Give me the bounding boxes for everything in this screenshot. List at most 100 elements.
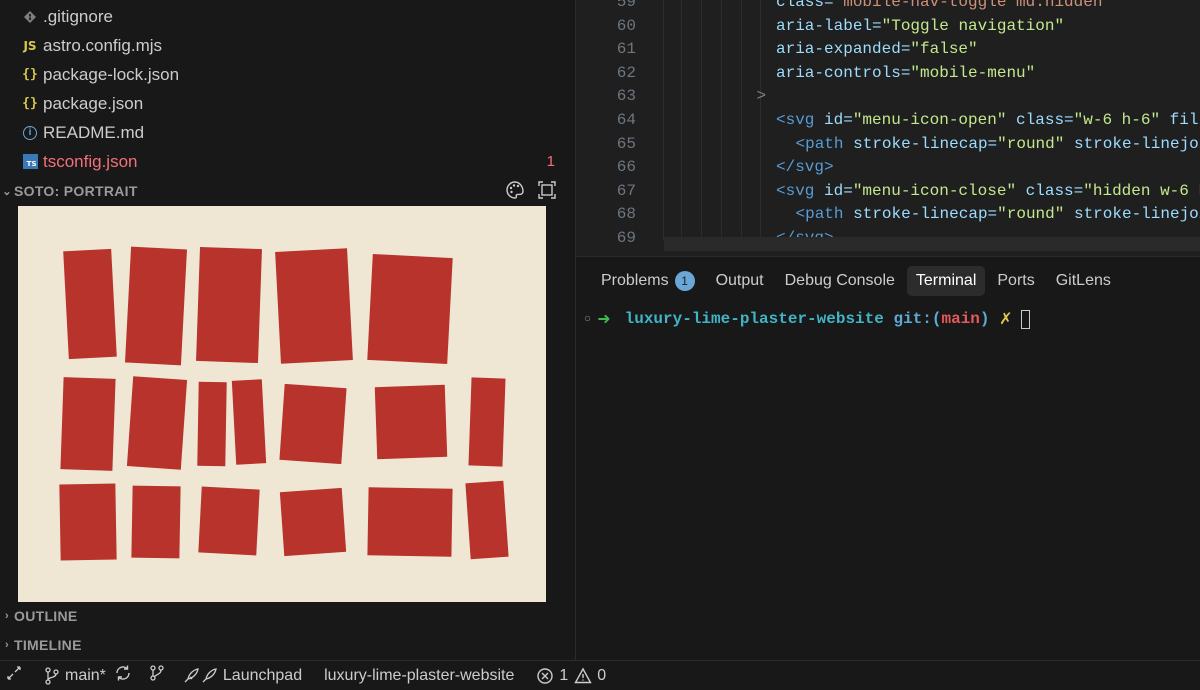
palette-icon[interactable] [505, 180, 525, 203]
problems-indicator[interactable]: 1 0 [536, 661, 606, 690]
code-token: <path [796, 135, 844, 153]
file-item[interactable]: {}package-lock.json [0, 60, 575, 89]
code-token: class= [1006, 111, 1073, 129]
code-token: aria-expanded= [776, 40, 910, 58]
line-number: 67 [576, 182, 636, 200]
tab-terminal[interactable]: Terminal [907, 266, 985, 296]
javascript-file-icon: JS [18, 39, 42, 53]
code-line[interactable]: 60aria-label="Toggle navigation" [576, 17, 1200, 41]
bottom-panel: Problems 1 Output Debug ConsoleTerminalPort… [576, 256, 1200, 661]
red-rectangle [367, 254, 452, 364]
project-name-label: luxury-lime-plaster-website [324, 667, 514, 685]
error-icon [536, 667, 554, 685]
remote-indicator[interactable] [6, 661, 22, 690]
terminal-git-suffix: ) [980, 310, 990, 328]
code-text: </svg> [776, 158, 834, 176]
error-count: 1 [559, 667, 568, 685]
code-token: stroke-linejoi [1064, 135, 1200, 153]
tab-ports[interactable]: Ports [988, 266, 1043, 296]
file-name: package.json [43, 94, 575, 114]
code-token: "hidden w-6 h [1083, 182, 1200, 200]
code-line[interactable]: 68 <path stroke-linecap="round" stroke-li… [576, 205, 1200, 229]
code-line[interactable]: 66</svg> [576, 158, 1200, 182]
ts-glyph: TS [23, 154, 38, 169]
tab-output[interactable]: Output [707, 266, 773, 296]
file-item[interactable]: TStsconfig.json1 [0, 147, 575, 176]
portrait-preview [18, 206, 546, 602]
file-list: .gitignoreJSastro.config.mjs{}package-lo… [0, 2, 575, 176]
status-bar: main* Launchpad luxury-lime-plaster-webs… [0, 660, 1200, 690]
tab-count-badge: 1 [675, 271, 695, 291]
code-token: stroke-linecap= [844, 135, 998, 153]
code-token: </svg> [776, 158, 834, 176]
file-item[interactable]: JSastro.config.mjs [0, 31, 575, 60]
tab-gitlens[interactable]: GitLens [1047, 266, 1120, 296]
code-text: aria-controls="mobile-menu" [776, 64, 1035, 82]
info-file-icon: i [18, 126, 42, 140]
tab-problems[interactable]: Problems 1 [592, 266, 704, 296]
terminal-prompt[interactable]: ○ ➜ luxury-lime-plaster-website git:( ma… [584, 309, 1030, 329]
chevron-right-icon: › [0, 610, 14, 622]
code-line[interactable]: 59class="mobile-nav-toggle md:hidden" [576, 0, 1200, 17]
red-rectangle [375, 385, 447, 459]
typescript-file-icon: TS [18, 154, 42, 169]
tab-label: Problems [601, 272, 669, 290]
file-name: package-lock.json [43, 65, 575, 85]
code-token: aria-label= [776, 17, 882, 35]
code-token: > [757, 87, 767, 105]
code-line[interactable]: 67 <svg id="menu-icon-close" class="hidde… [576, 182, 1200, 206]
file-name: README.md [43, 123, 575, 143]
terminal-dirty-marker: ✗ [999, 309, 1012, 329]
terminal-cursor [1021, 310, 1030, 329]
json-file-icon: {} [18, 67, 42, 82]
code-line[interactable]: 61aria-expanded="false" [576, 40, 1200, 64]
preview-section-header[interactable]: ⌄ SOTO: PORTRAIT [0, 177, 575, 205]
red-rectangle [367, 487, 452, 556]
prompt-arrow-icon: ➜ [597, 309, 610, 329]
fullscreen-icon[interactable] [537, 180, 557, 203]
launchpad-button[interactable]: Launchpad [182, 661, 302, 690]
code-text: aria-label="Toggle navigation" [776, 17, 1064, 35]
red-rectangle [280, 488, 346, 556]
file-item[interactable]: {}package.json [0, 89, 575, 118]
git-file-icon [18, 10, 42, 24]
file-item[interactable]: iREADME.md [0, 118, 575, 147]
project-name[interactable]: luxury-lime-plaster-website [324, 661, 514, 690]
code-editor[interactable]: 59class="mobile-nav-toggle md:hidden"60a… [576, 0, 1200, 256]
tab-label: GitLens [1056, 272, 1111, 290]
file-item[interactable]: .gitignore [0, 2, 575, 31]
code-token: "mobile-menu" [910, 64, 1035, 82]
line-number: 69 [576, 229, 636, 247]
code-token: "mobile-nav-toggle md:hidden" [834, 0, 1112, 11]
code-token: "menu-icon-open" [853, 111, 1007, 129]
remote-icon [6, 665, 22, 686]
red-rectangle [63, 249, 117, 359]
code-token: aria-controls= [776, 64, 910, 82]
file-name: astro.config.mjs [43, 36, 575, 56]
outline-section-header[interactable]: › OUTLINE [0, 602, 575, 630]
preview-section-title: SOTO: PORTRAIT [14, 183, 138, 199]
red-rectangle [465, 481, 508, 559]
code-token: "false" [910, 40, 977, 58]
red-rectangle [232, 379, 266, 464]
command-status-ring-icon: ○ [584, 312, 591, 326]
gitlens-graph-button[interactable] [148, 661, 166, 690]
line-number: 68 [576, 205, 636, 223]
terminal-directory: luxury-lime-plaster-website [625, 310, 884, 328]
code-token: "w-6 h-6" [1074, 111, 1160, 129]
tab-debug-console[interactable]: Debug Console [776, 266, 904, 296]
horizontal-scrollbar[interactable] [664, 237, 1200, 251]
file-name: tsconfig.json [43, 152, 575, 172]
code-line[interactable]: 62aria-controls="mobile-menu" [576, 64, 1200, 88]
red-rectangle [59, 484, 116, 561]
branch-indicator[interactable]: main* [44, 661, 132, 690]
code-line[interactable]: 65<path stroke-linecap="round" stroke-li… [576, 135, 1200, 159]
code-text: <svg id="menu-icon-close" class="hidden … [776, 182, 1200, 200]
sync-icon[interactable] [114, 664, 132, 687]
tab-label: Output [716, 272, 764, 290]
code-line[interactable]: 64<svg id="menu-icon-open" class="w-6 h-… [576, 111, 1200, 135]
code-token: id= [814, 182, 852, 200]
code-text: <path stroke-linecap="round" stroke-line… [796, 205, 1200, 223]
code-line[interactable]: 63> [576, 87, 1200, 111]
timeline-section-header[interactable]: › TIMELINE [0, 631, 575, 659]
